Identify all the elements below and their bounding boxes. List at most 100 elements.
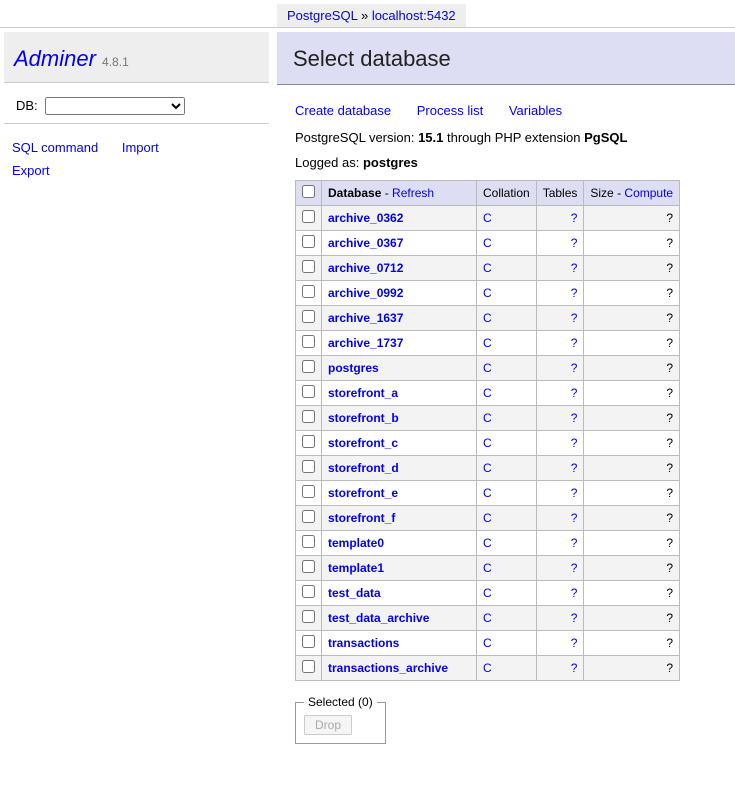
row-checkbox[interactable] (302, 485, 315, 498)
tables-link[interactable]: ? (571, 311, 578, 325)
tables-link[interactable]: ? (571, 486, 578, 500)
database-link[interactable]: storefront_f (328, 511, 395, 525)
database-link[interactable]: template1 (328, 561, 384, 575)
tables-link[interactable]: ? (571, 561, 578, 575)
tables-link[interactable]: ? (571, 336, 578, 350)
tables-link[interactable]: ? (571, 361, 578, 375)
select-all-checkbox[interactable] (302, 185, 315, 198)
row-checkbox[interactable] (302, 560, 315, 573)
row-checkbox[interactable] (302, 335, 315, 348)
row-checkbox[interactable] (302, 410, 315, 423)
row-checkbox[interactable] (302, 510, 315, 523)
database-link[interactable]: archive_1737 (328, 336, 403, 350)
tables-link[interactable]: ? (571, 436, 578, 450)
row-checkbox[interactable] (302, 285, 315, 298)
database-link[interactable]: transactions_archive (328, 661, 448, 675)
collation-link[interactable]: C (483, 561, 492, 575)
table-row: template0C?? (296, 531, 680, 556)
database-link[interactable]: storefront_b (328, 411, 399, 425)
db-select[interactable] (45, 97, 185, 115)
database-link[interactable]: test_data (328, 586, 381, 600)
collation-link[interactable]: C (483, 661, 492, 675)
database-link[interactable]: archive_0992 (328, 286, 403, 300)
collation-link[interactable]: C (483, 361, 492, 375)
collation-link[interactable]: C (483, 586, 492, 600)
tables-link[interactable]: ? (571, 636, 578, 650)
tables-link[interactable]: ? (571, 411, 578, 425)
compute-link[interactable]: Compute (624, 186, 673, 200)
database-link[interactable]: storefront_d (328, 461, 399, 475)
tables-link[interactable]: ? (571, 286, 578, 300)
row-checkbox[interactable] (302, 310, 315, 323)
database-link[interactable]: template0 (328, 536, 384, 550)
process-list-link[interactable]: Process list (417, 103, 483, 118)
breadcrumb-host[interactable]: localhost:5432 (372, 8, 456, 23)
tables-link[interactable]: ? (571, 211, 578, 225)
collation-link[interactable]: C (483, 436, 492, 450)
create-database-link[interactable]: Create database (295, 103, 391, 118)
db-label: DB: (16, 98, 38, 113)
logo-link[interactable]: Adminer (14, 46, 96, 71)
database-link[interactable]: archive_0367 (328, 236, 403, 250)
database-link[interactable]: archive_1637 (328, 311, 403, 325)
size-cell: ? (584, 356, 680, 381)
tables-link[interactable]: ? (571, 236, 578, 250)
size-cell: ? (584, 556, 680, 581)
row-checkbox[interactable] (302, 635, 315, 648)
table-row: storefront_aC?? (296, 381, 680, 406)
row-checkbox[interactable] (302, 235, 315, 248)
collation-link[interactable]: C (483, 486, 492, 500)
collation-link[interactable]: C (483, 611, 492, 625)
export-link[interactable]: Export (12, 159, 50, 182)
table-row: storefront_eC?? (296, 481, 680, 506)
breadcrumb-system[interactable]: PostgreSQL (287, 8, 357, 23)
collation-link[interactable]: C (483, 211, 492, 225)
collation-link[interactable]: C (483, 261, 492, 275)
refresh-link[interactable]: Refresh (392, 186, 434, 200)
tables-link[interactable]: ? (571, 461, 578, 475)
import-link[interactable]: Import (122, 136, 159, 159)
row-checkbox[interactable] (302, 385, 315, 398)
collation-link[interactable]: C (483, 411, 492, 425)
sql-command-link[interactable]: SQL command (12, 136, 98, 159)
database-link[interactable]: archive_0362 (328, 211, 403, 225)
collation-link[interactable]: C (483, 336, 492, 350)
collation-link[interactable]: C (483, 636, 492, 650)
size-cell: ? (584, 206, 680, 231)
size-cell: ? (584, 331, 680, 356)
drop-button[interactable]: Drop (304, 715, 352, 735)
row-checkbox[interactable] (302, 660, 315, 673)
row-checkbox[interactable] (302, 610, 315, 623)
collation-link[interactable]: C (483, 311, 492, 325)
tables-link[interactable]: ? (571, 611, 578, 625)
tables-link[interactable]: ? (571, 586, 578, 600)
row-checkbox[interactable] (302, 260, 315, 273)
row-checkbox[interactable] (302, 585, 315, 598)
database-link[interactable]: test_data_archive (328, 611, 429, 625)
row-checkbox[interactable] (302, 210, 315, 223)
database-link[interactable]: postgres (328, 361, 379, 375)
tables-link[interactable]: ? (571, 511, 578, 525)
database-link[interactable]: storefront_c (328, 436, 398, 450)
tables-link[interactable]: ? (571, 661, 578, 675)
database-link[interactable]: archive_0712 (328, 261, 403, 275)
collation-link[interactable]: C (483, 236, 492, 250)
collation-link[interactable]: C (483, 461, 492, 475)
collation-link[interactable]: C (483, 511, 492, 525)
collation-link[interactable]: C (483, 536, 492, 550)
table-row: archive_0362 C?? (296, 206, 680, 231)
database-link[interactable]: storefront_e (328, 486, 398, 500)
selected-fieldset: Selected (0) Drop (295, 695, 386, 744)
row-checkbox[interactable] (302, 360, 315, 373)
tables-link[interactable]: ? (571, 386, 578, 400)
collation-link[interactable]: C (483, 386, 492, 400)
row-checkbox[interactable] (302, 535, 315, 548)
row-checkbox[interactable] (302, 460, 315, 473)
row-checkbox[interactable] (302, 435, 315, 448)
tables-link[interactable]: ? (571, 536, 578, 550)
database-link[interactable]: storefront_a (328, 386, 398, 400)
variables-link[interactable]: Variables (509, 103, 562, 118)
collation-link[interactable]: C (483, 286, 492, 300)
tables-link[interactable]: ? (571, 261, 578, 275)
database-link[interactable]: transactions (328, 636, 399, 650)
